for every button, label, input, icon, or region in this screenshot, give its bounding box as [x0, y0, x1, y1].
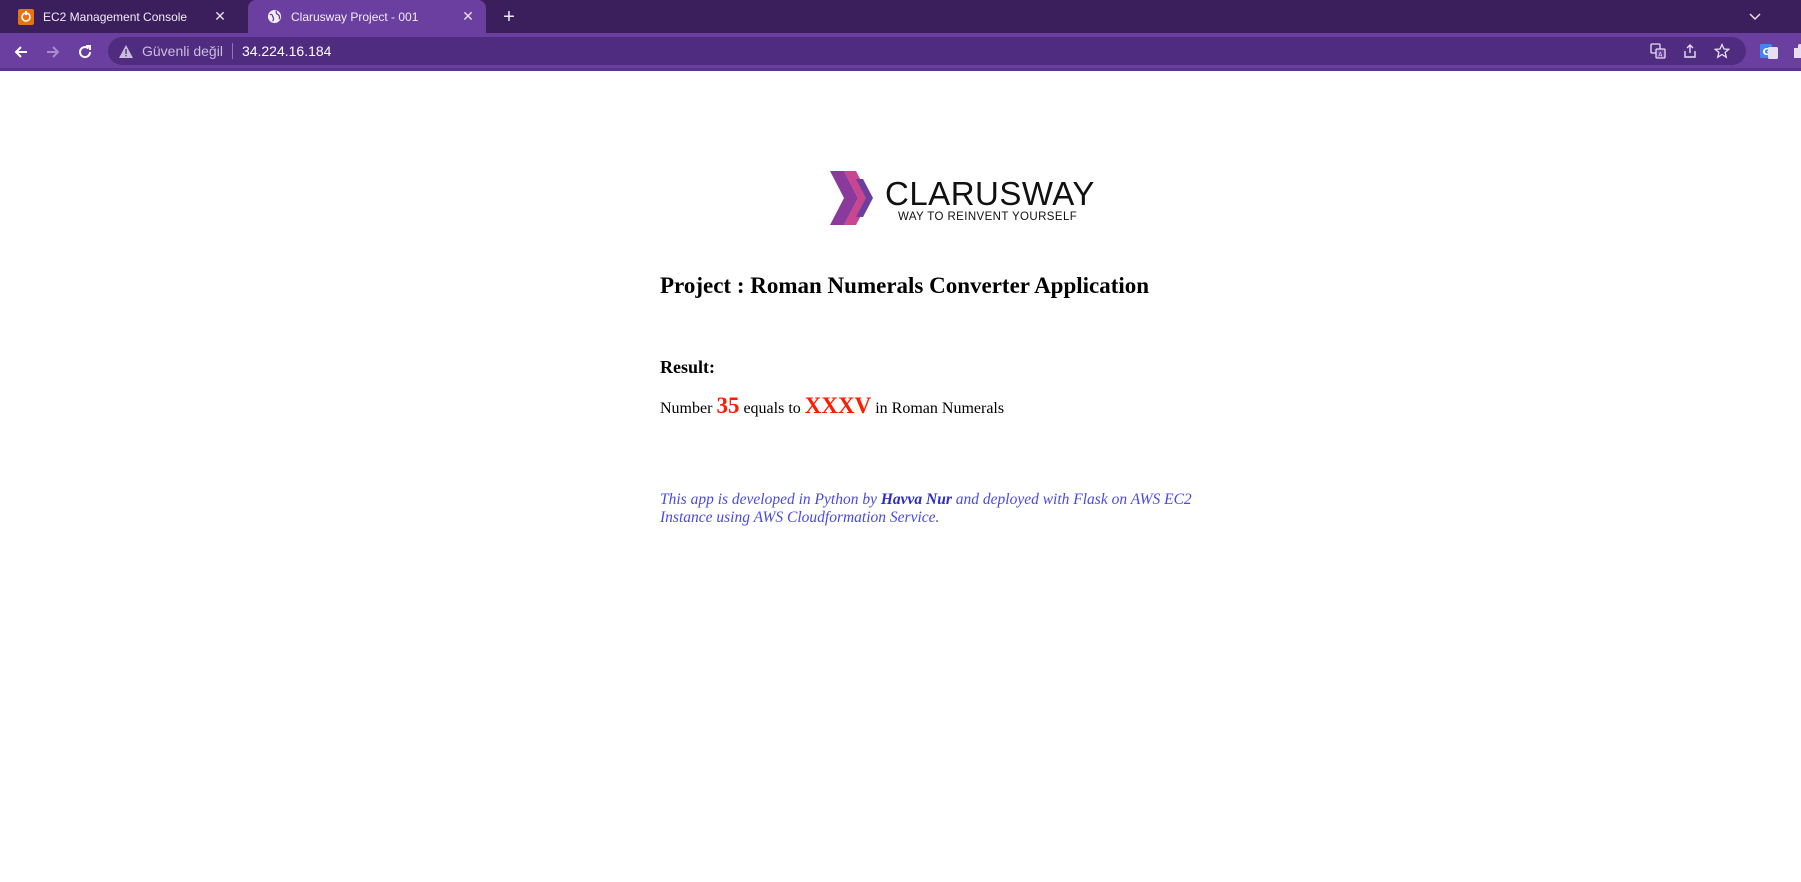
tab-title: Clarusway Project - 001	[291, 9, 419, 24]
result-label: Result:	[660, 357, 715, 377]
extensions-puzzle-icon[interactable]	[1788, 41, 1801, 63]
chevron-down-icon[interactable]	[1745, 6, 1765, 26]
globe-icon	[266, 9, 282, 25]
result-middle: equals to	[743, 400, 801, 417]
input-number-value: 35	[716, 393, 740, 418]
clarusway-logo: CLARUSWAY WAY TO REINVENT YOURSELF	[830, 171, 1094, 227]
bookmark-star-icon[interactable]	[1712, 43, 1732, 59]
result-suffix: in Roman Numerals	[875, 400, 1005, 417]
web-page: CLARUSWAY WAY TO REINVENT YOURSELF Proje…	[0, 71, 1801, 882]
omnibox-actions: A	[1648, 43, 1732, 59]
footer-note: This app is developed in Python by Havva…	[660, 491, 1220, 527]
address-bar[interactable]: Güvenli değil 34.224.16.184 A	[108, 37, 1746, 65]
aws-console-icon	[18, 8, 34, 25]
reload-icon[interactable]	[74, 41, 96, 63]
plus-icon[interactable]: +	[498, 6, 520, 28]
tab-ec2-management-console[interactable]: EC2 Management Console ✕	[0, 0, 238, 33]
chevron-logo-icon	[830, 171, 873, 225]
google-translate-extension-icon[interactable]: G	[1758, 41, 1780, 63]
logo-tagline: WAY TO REINVENT YOURSELF	[898, 211, 1078, 223]
translate-icon[interactable]: A	[1648, 43, 1668, 59]
page-title: Project : Roman Numerals Converter Appli…	[660, 273, 1150, 298]
logo-brand-text: CLARUSWAY	[885, 175, 1095, 212]
security-status-label[interactable]: Güvenli değil	[142, 43, 223, 59]
omnibox-separator	[231, 43, 233, 59]
author-name: Havva Nur	[880, 491, 952, 508]
result-sentence: Number 35 equals to XXXV in Roman Numera…	[660, 393, 1004, 419]
close-icon[interactable]: ✕	[460, 8, 476, 25]
roman-numeral-value: XXXV	[804, 393, 872, 418]
footer-text-part1: This app is developed in Python by	[660, 491, 877, 508]
back-arrow-icon[interactable]	[10, 41, 32, 63]
browser-toolbar: Güvenli değil 34.224.16.184 A G	[0, 33, 1801, 71]
warning-triangle-icon[interactable]	[118, 43, 134, 59]
tab-clarusway-project[interactable]: Clarusway Project - 001 ✕	[248, 0, 486, 33]
close-icon[interactable]: ✕	[212, 8, 228, 25]
result-prefix: Number	[660, 400, 713, 417]
tab-title: EC2 Management Console	[43, 9, 188, 24]
forward-arrow-icon[interactable]	[42, 41, 64, 63]
share-icon[interactable]	[1680, 43, 1700, 59]
url-text[interactable]: 34.224.16.184	[242, 43, 332, 59]
browser-tab-strip: EC2 Management Console ✕ Clarusway Proje…	[0, 0, 1801, 33]
